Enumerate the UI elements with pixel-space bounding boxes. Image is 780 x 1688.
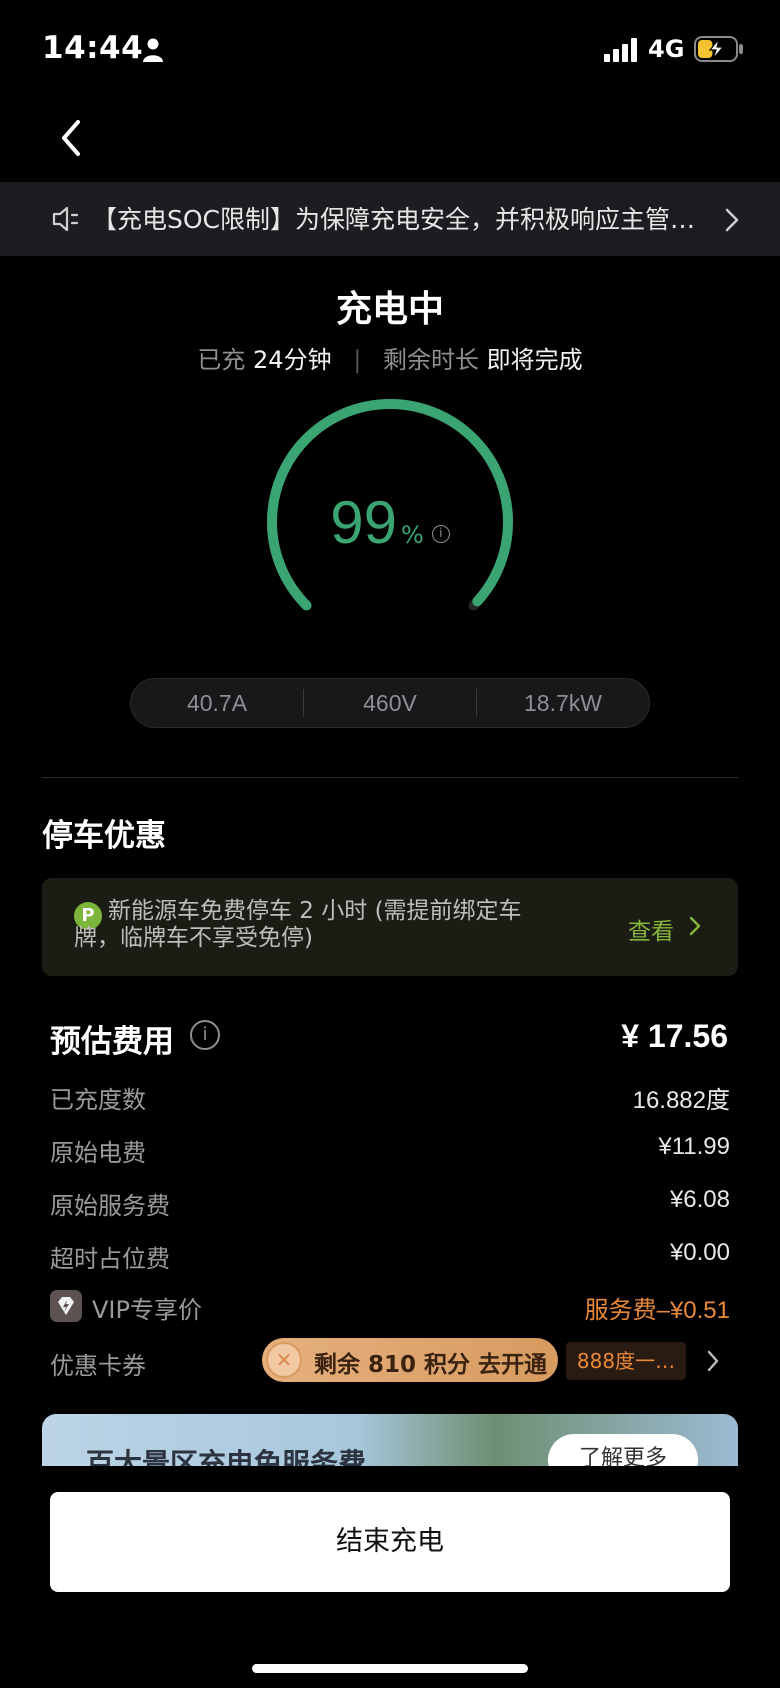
current-value: 40.7A [186,689,248,716]
parking-offer-card[interactable]: P 新能源车免费停车 2 小时 (需提前绑定车牌，临牌车不享受免停) 查看 [42,878,738,976]
status-time: 14:44 [42,30,144,66]
fee-value: ¥0.00 [669,1239,730,1266]
chevron-right-icon[interactable] [706,1350,720,1372]
coin-icon: ✕ [266,1342,302,1378]
power-value: 18.7kW [524,689,602,716]
back-button[interactable] [48,112,96,164]
charge-status-title: 充电中 [335,289,444,330]
chevron-right-icon [689,916,701,936]
speaker-icon [52,206,79,232]
coupon-tag[interactable]: 888度一… [566,1342,686,1380]
charge-percent: 99% i [0,488,780,557]
estimated-fee-total: ¥ 17.56 [621,1018,728,1054]
fee-label: 原始服务费 [50,1192,170,1220]
fee-value: ¥6.08 [669,1186,730,1213]
signal-icon [604,38,637,62]
charging-metrics: 40.7A 460V 18.7kW [130,678,650,728]
fee-label: 已充度数 [50,1086,146,1114]
fee-value: ¥11.99 [658,1133,730,1160]
fee-row-vip: VIP专享价 服务费–¥0.51 [50,1290,730,1330]
fee-row-energy: 已充度数 16.882度 [50,1080,730,1120]
battery-charging-icon [694,36,743,62]
notice-text: 【充电SOC限制】为保障充电安全，并积极响应主管部门要求 [92,205,700,234]
end-charging-button[interactable]: 结束充电 [50,1492,730,1592]
info-icon[interactable]: i [190,1020,220,1050]
person-icon [143,38,163,62]
fee-row-overtime: 超时占位费 ¥0.00 [50,1239,730,1279]
points-activate-label: 剩余 810 积分 去开通 [314,1352,548,1378]
view-parking-link[interactable]: 查看 [628,912,674,946]
remaining-label: 剩余时长 [382,346,479,374]
notice-bar[interactable]: 【充电SOC限制】为保障充电安全，并积极响应主管部门要求 [0,182,780,256]
home-indicator [252,1664,528,1673]
promo-banner[interactable]: 百大景区充电免服务费 了解更多 [42,1414,738,1466]
remaining-value: 即将完成 [486,346,583,374]
fee-row-electricity: 原始电费 ¥11.99 [50,1133,730,1173]
status-bar: 14:44 4G [0,0,780,100]
elapsed-value: 24分钟 [253,346,332,374]
separator: | [353,346,362,374]
parking-offer-text: 新能源车免费停车 2 小时 (需提前绑定车牌，临牌车不享受免停) [74,898,522,951]
fee-row-service: 原始服务费 ¥6.08 [50,1186,730,1226]
charge-duration-line: 已充 24分钟 | 剩余时长 即将完成 [0,340,780,375]
network-label: 4G [648,35,685,63]
vip-label: VIP专享价 [92,1296,202,1324]
fee-label: 原始电费 [50,1139,146,1167]
charge-percent-number: 99 [330,489,397,556]
charge-percent-unit: % [400,521,424,549]
fee-label: 超时占位费 [50,1245,170,1273]
points-activate-button[interactable]: ✕ 剩余 810 积分 去开通 [262,1338,558,1382]
elapsed-label: 已充 [197,346,246,374]
parking-section-title: 停车优惠 [42,818,166,854]
fee-value: 16.882度 [632,1087,730,1114]
info-icon[interactable]: i [431,525,450,543]
promo-banner-text: 百大景区充电免服务费 [86,1447,367,1466]
vip-diamond-icon [50,1290,82,1322]
bottom-action-bar: 结束充电 [0,1466,780,1688]
learn-more-button[interactable]: 了解更多 [548,1434,698,1466]
estimated-fee-title: 预估费用 [50,1024,174,1060]
chevron-right-icon [725,208,739,232]
voltage-value: 460V [363,689,417,716]
section-divider [42,777,738,778]
coupon-label: 优惠卡券 [50,1352,146,1380]
vip-discount-value: 服务费–¥0.51 [584,1297,730,1324]
